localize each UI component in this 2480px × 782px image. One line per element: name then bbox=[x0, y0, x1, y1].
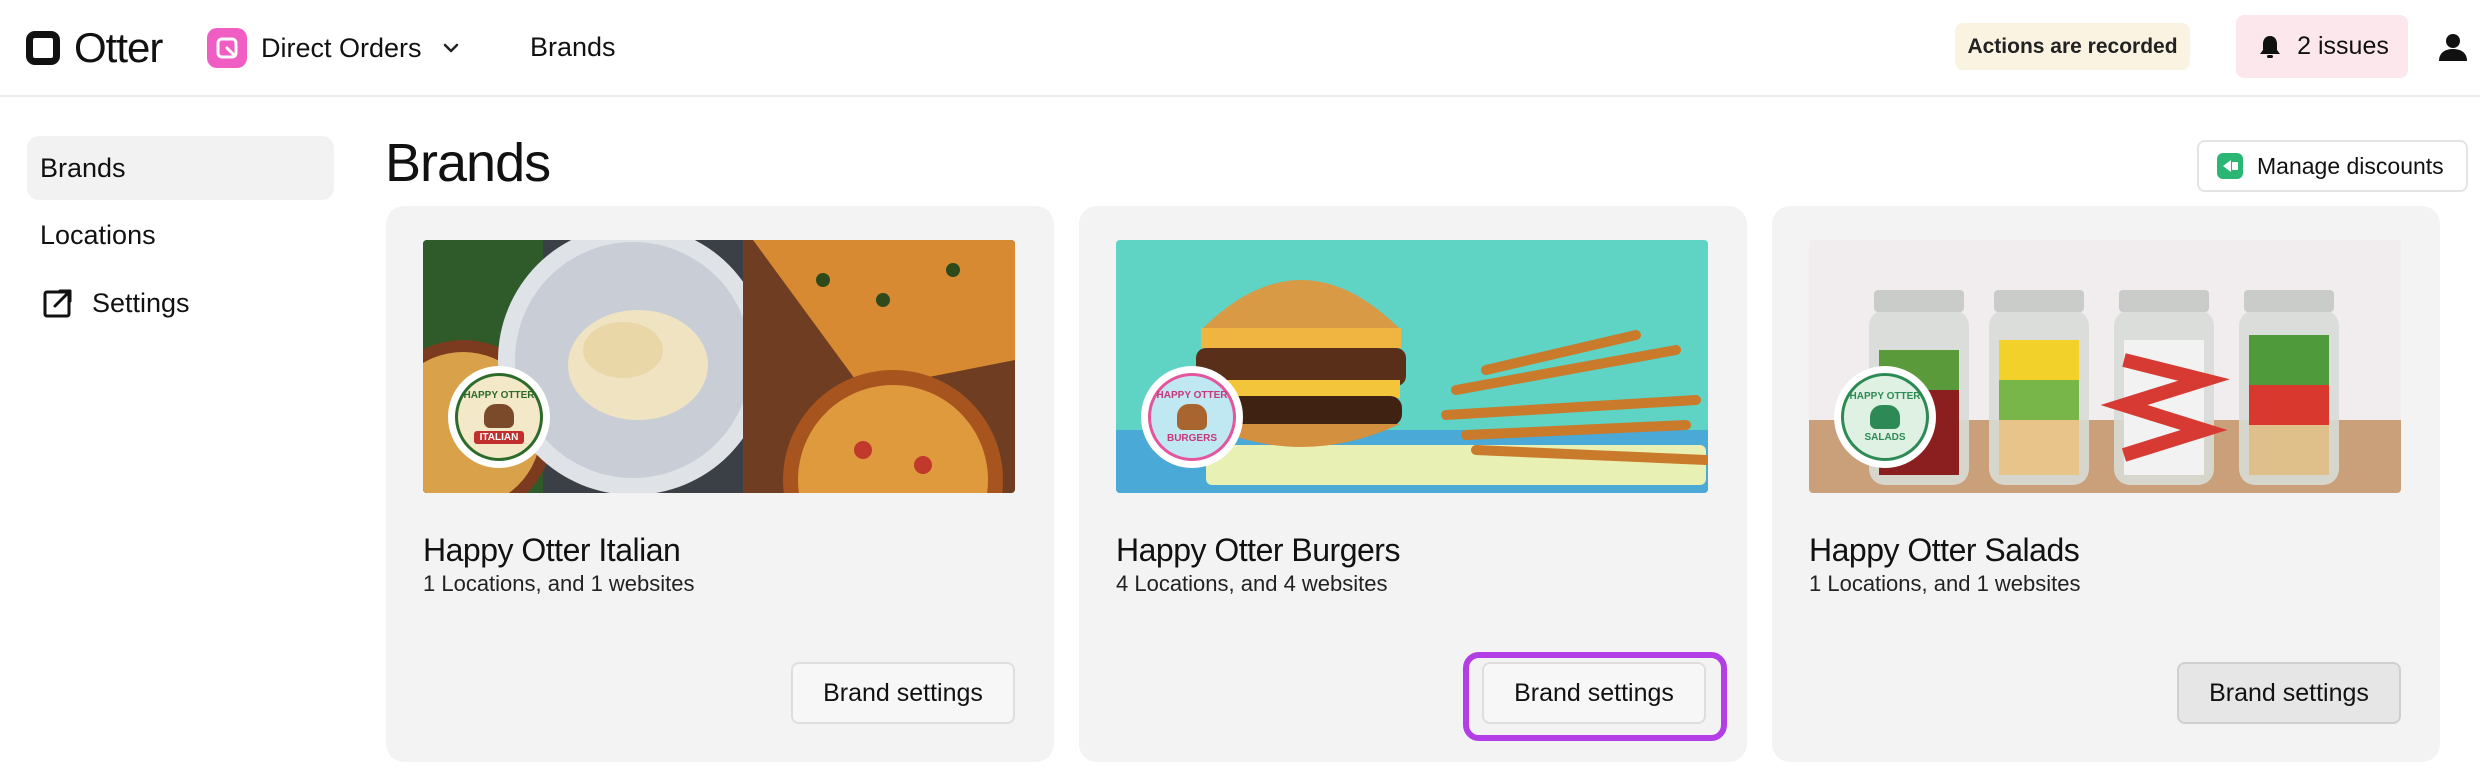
brand-card-italian: HAPPY OTTER ITALIAN Happy Otter Italian … bbox=[386, 206, 1054, 762]
user-account-icon[interactable] bbox=[2436, 30, 2470, 64]
sidebar-item-label: Brands bbox=[40, 152, 126, 183]
brand-name: Happy Otter Italian bbox=[423, 532, 681, 568]
issues-label: 2 issues bbox=[2297, 32, 2389, 60]
sidebar-item-brands[interactable]: Brands bbox=[27, 136, 334, 200]
actions-recorded-badge: Actions are recorded bbox=[1955, 23, 2190, 70]
brand-summary: 4 Locations, and 4 websites bbox=[1116, 571, 1388, 596]
external-link-icon bbox=[43, 289, 72, 318]
sidebar-item-settings[interactable]: Settings bbox=[27, 271, 334, 335]
brand-logo-badge: HAPPY OTTER SALADS bbox=[1834, 366, 1936, 468]
brand-logo-badge: HAPPY OTTER BURGERS bbox=[1141, 366, 1243, 468]
brand-logo-badge: HAPPY OTTER ITALIAN bbox=[448, 366, 550, 468]
otter-logo-icon bbox=[26, 31, 60, 65]
page-title: Brands bbox=[385, 133, 551, 193]
brand-card-salads: HAPPY OTTER SALADS Happy Otter Salads 1 … bbox=[1772, 206, 2440, 762]
direct-orders-icon bbox=[207, 28, 247, 68]
app-switcher[interactable]: Direct Orders bbox=[207, 25, 462, 71]
manage-discounts-label: Manage discounts bbox=[2257, 152, 2444, 179]
discount-icon bbox=[2217, 153, 2243, 179]
logo-text: Otter bbox=[74, 24, 163, 71]
breadcrumb-section: Brands bbox=[530, 32, 616, 62]
chevron-down-icon bbox=[440, 37, 462, 59]
brand-name: Happy Otter Burgers bbox=[1116, 532, 1400, 568]
bell-icon bbox=[2260, 35, 2281, 58]
brand-settings-button[interactable]: Brand settings bbox=[791, 662, 1015, 724]
app-name: Direct Orders bbox=[261, 32, 422, 63]
brand-name: Happy Otter Salads bbox=[1809, 532, 2080, 568]
sidebar-item-label: Settings bbox=[92, 287, 190, 318]
manage-discounts-button[interactable]: Manage discounts bbox=[2197, 140, 2468, 192]
brand-summary: 1 Locations, and 1 websites bbox=[423, 571, 695, 596]
focus-highlight bbox=[1463, 652, 1727, 741]
otter-logo[interactable]: Otter bbox=[26, 24, 163, 71]
brand-summary: 1 Locations, and 1 websites bbox=[1809, 571, 2081, 596]
top-bar: Otter Direct Orders Brands Actions are r… bbox=[0, 0, 2480, 97]
issues-button[interactable]: 2 issues bbox=[2236, 15, 2408, 78]
sidebar-item-locations[interactable]: Locations bbox=[27, 203, 334, 267]
brand-settings-button[interactable]: Brand settings bbox=[2177, 662, 2401, 724]
sidebar-item-label: Locations bbox=[40, 219, 156, 250]
